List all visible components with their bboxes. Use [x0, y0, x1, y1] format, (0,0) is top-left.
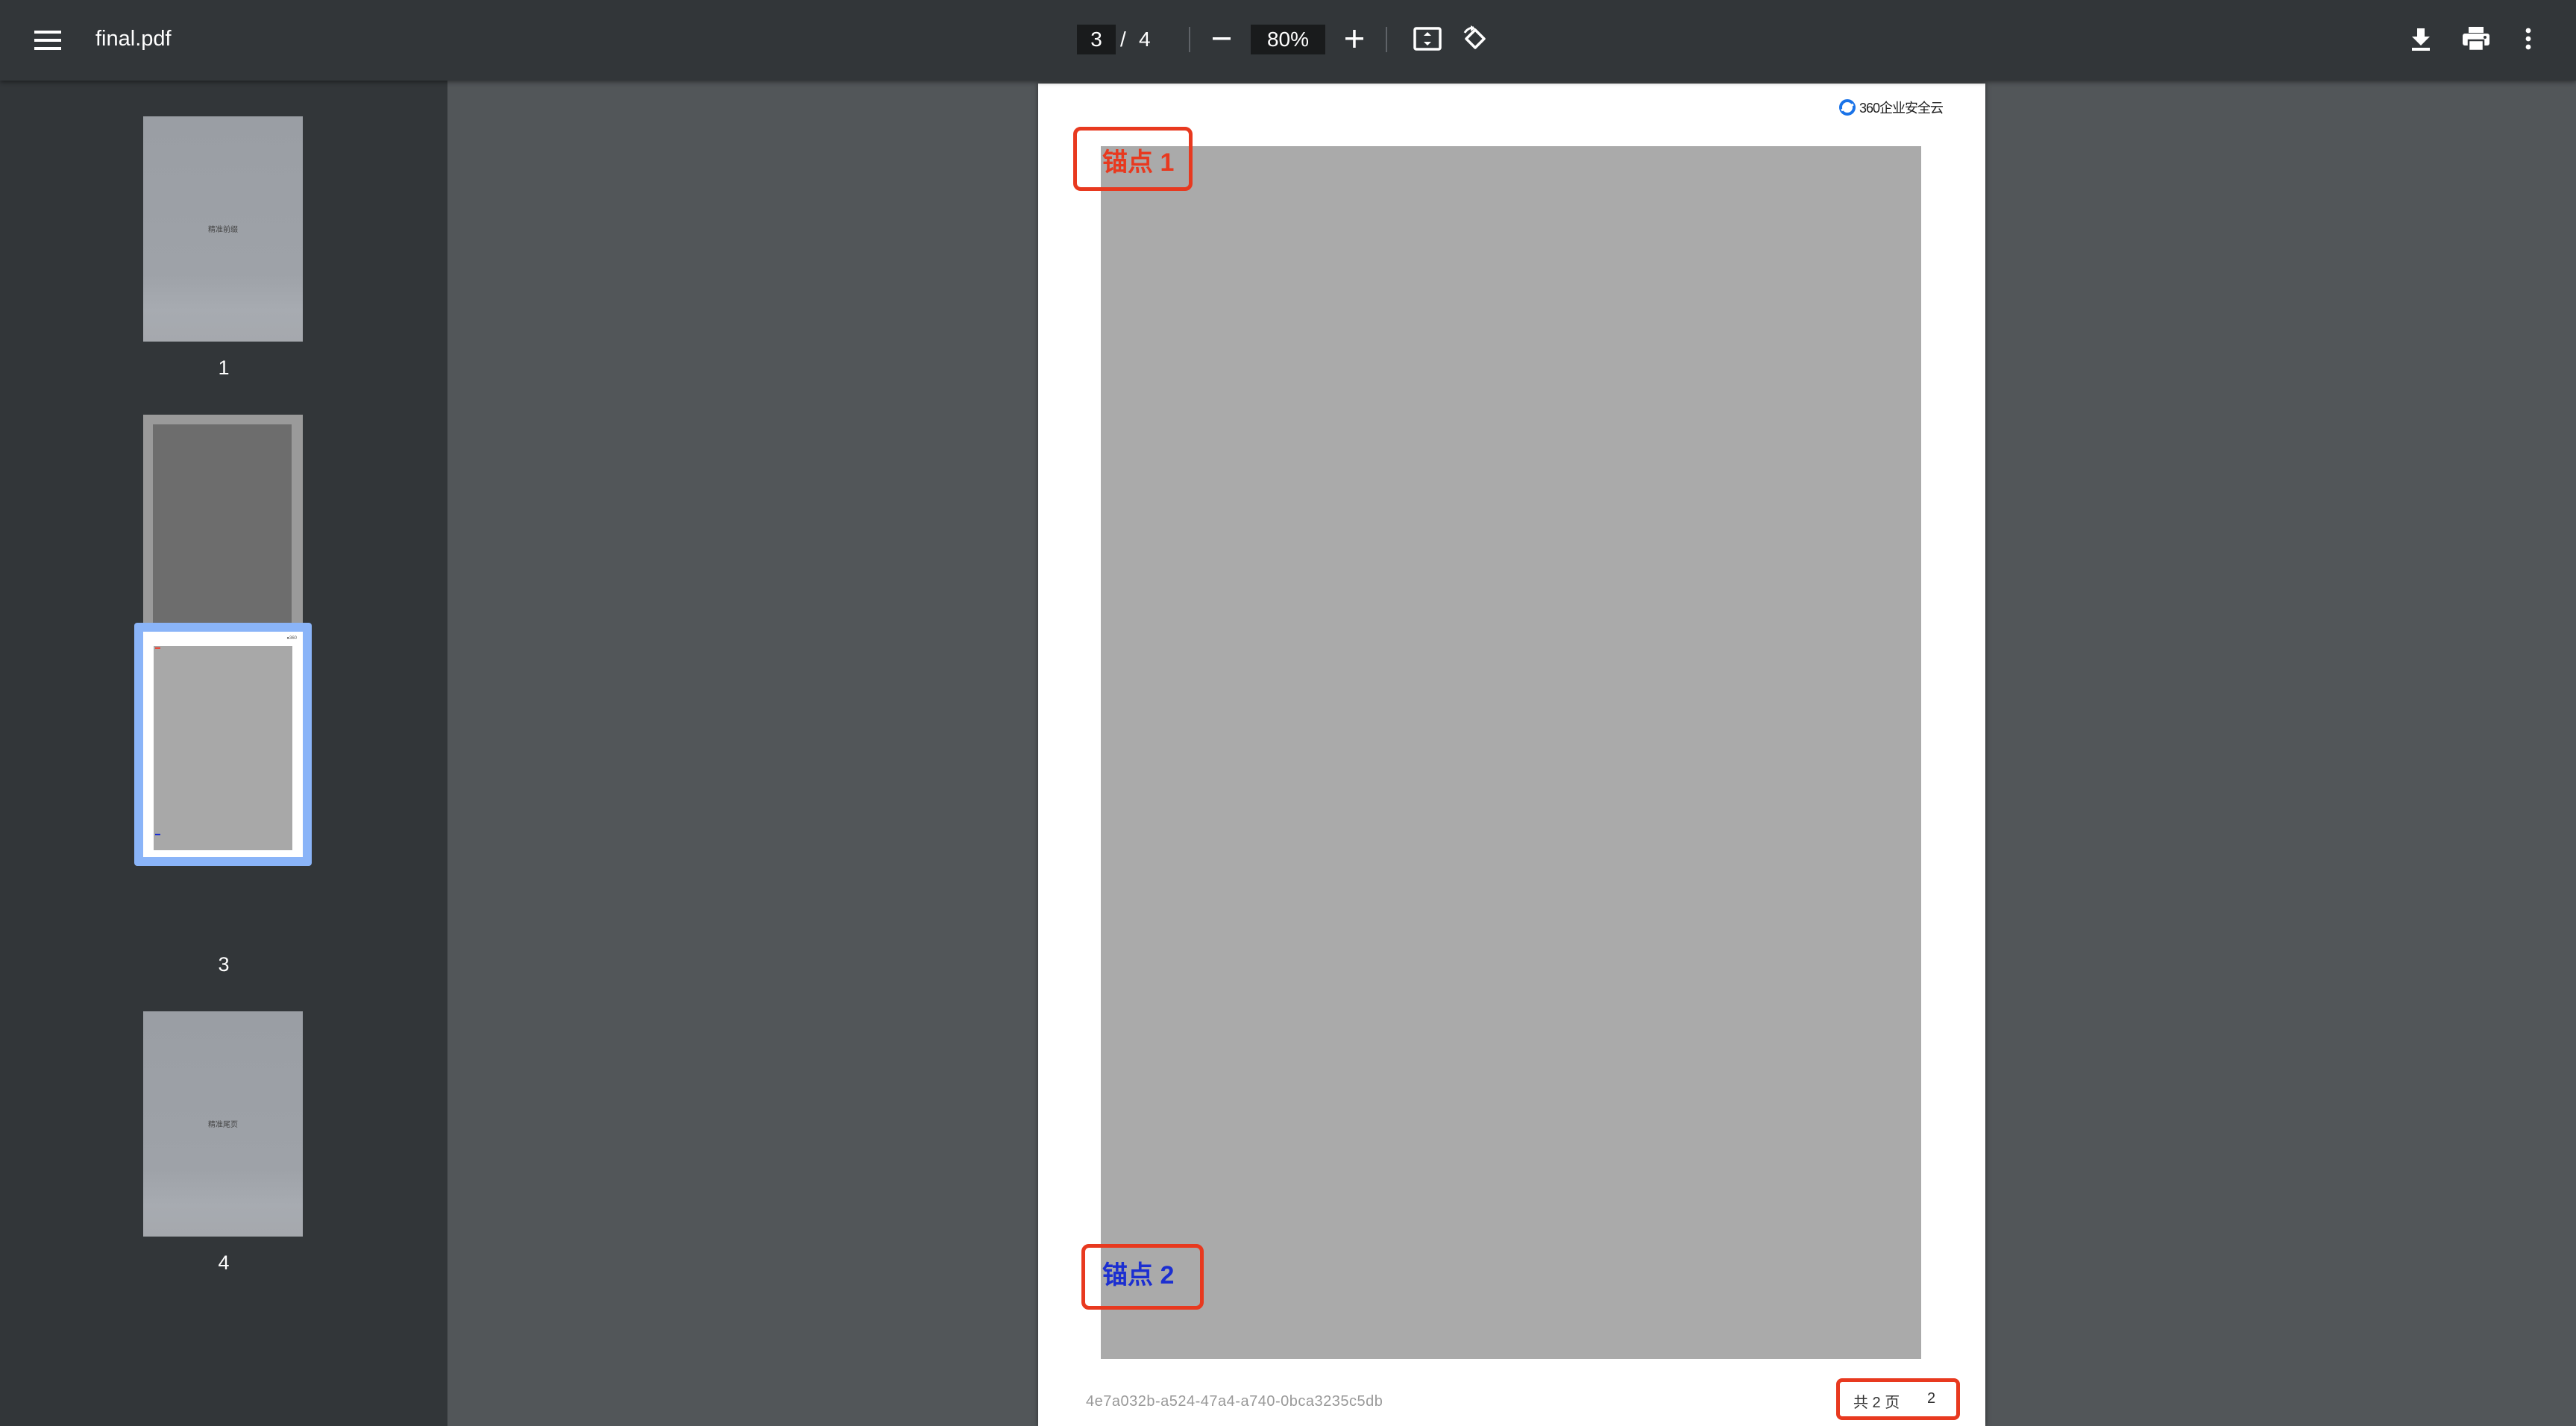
brand-logo: 360企业安全云 [1838, 95, 1944, 119]
rotate-icon [1463, 25, 1486, 49]
thumbnail-label: 1 [218, 356, 230, 379]
thumbnail-image [153, 424, 292, 630]
minus-icon [1213, 37, 1231, 40]
thumbnail-sidebar: 精准前缀 1 2 ●360 ▬ ▬ 3 精准尾页 4 [0, 81, 447, 1426]
menu-button[interactable] [28, 21, 67, 60]
more-options-button[interactable] [2512, 19, 2545, 58]
thumbnail-caption: 精准前缀 [208, 226, 238, 234]
file-title: final.pdf [95, 27, 172, 51]
page-number-input[interactable] [1077, 25, 1116, 54]
thumbnail-page-4[interactable]: 精准尾页 [143, 1011, 303, 1237]
anchor-2-text: 锚点 2 [1102, 1261, 1175, 1290]
total-pages: 4 [1139, 28, 1151, 51]
fit-to-page-icon [1413, 27, 1442, 51]
print-button[interactable] [2455, 19, 2497, 58]
hamburger-menu-icon [34, 31, 61, 50]
logo-icon [1839, 99, 1856, 116]
thumbnail-label: 3 [218, 953, 230, 976]
thumbnail-logo: ●360 [286, 636, 297, 641]
thumbnail-image [154, 646, 292, 850]
pdf-toolbar: final.pdf / 4 [0, 0, 2576, 81]
thumbnail-caption: 精准尾页 [208, 1121, 238, 1129]
thumbnail-anchor-1: ▬ [155, 645, 160, 650]
page-separator: / [1120, 28, 1126, 51]
more-vertical-icon [2525, 28, 2531, 50]
fit-to-page-button[interactable] [1408, 19, 1447, 58]
zoom-input[interactable] [1251, 25, 1325, 54]
footer-page-number: 2 [1927, 1390, 1936, 1407]
thumbnail-label: 4 [218, 1251, 230, 1274]
thumbnail-page-1[interactable]: 精准前缀 [143, 116, 303, 342]
pdf-page: 360企业安全云 锚点 1 锚点 2 4e7a032b-a524-47a4-a7… [1038, 84, 1985, 1426]
toolbar-divider [1386, 27, 1387, 52]
zoom-out-button[interactable] [1202, 19, 1241, 58]
zoom-in-button[interactable] [1335, 19, 1374, 58]
rotate-button[interactable] [1456, 19, 1495, 58]
logo-text: 360企业安全云 [1859, 101, 1944, 116]
thumbnail-anchor-2: ▬ [155, 832, 160, 837]
print-icon [2463, 27, 2489, 51]
toolbar-divider [1189, 27, 1190, 52]
gray-image-block [1101, 146, 1921, 1359]
plus-icon [1345, 30, 1363, 48]
thumbnail-page-2[interactable] [143, 415, 303, 640]
footer-page-count: 共 2 页 [1853, 1395, 1900, 1411]
anchor-1-text: 锚点 1 [1102, 148, 1175, 177]
document-id: 4e7a032b-a524-47a4-a740-0bca3235c5db [1086, 1393, 1383, 1410]
thumbnail-page-3[interactable]: ●360 ▬ ▬ [143, 632, 303, 857]
download-button[interactable] [2401, 19, 2440, 58]
download-icon [2412, 28, 2430, 51]
